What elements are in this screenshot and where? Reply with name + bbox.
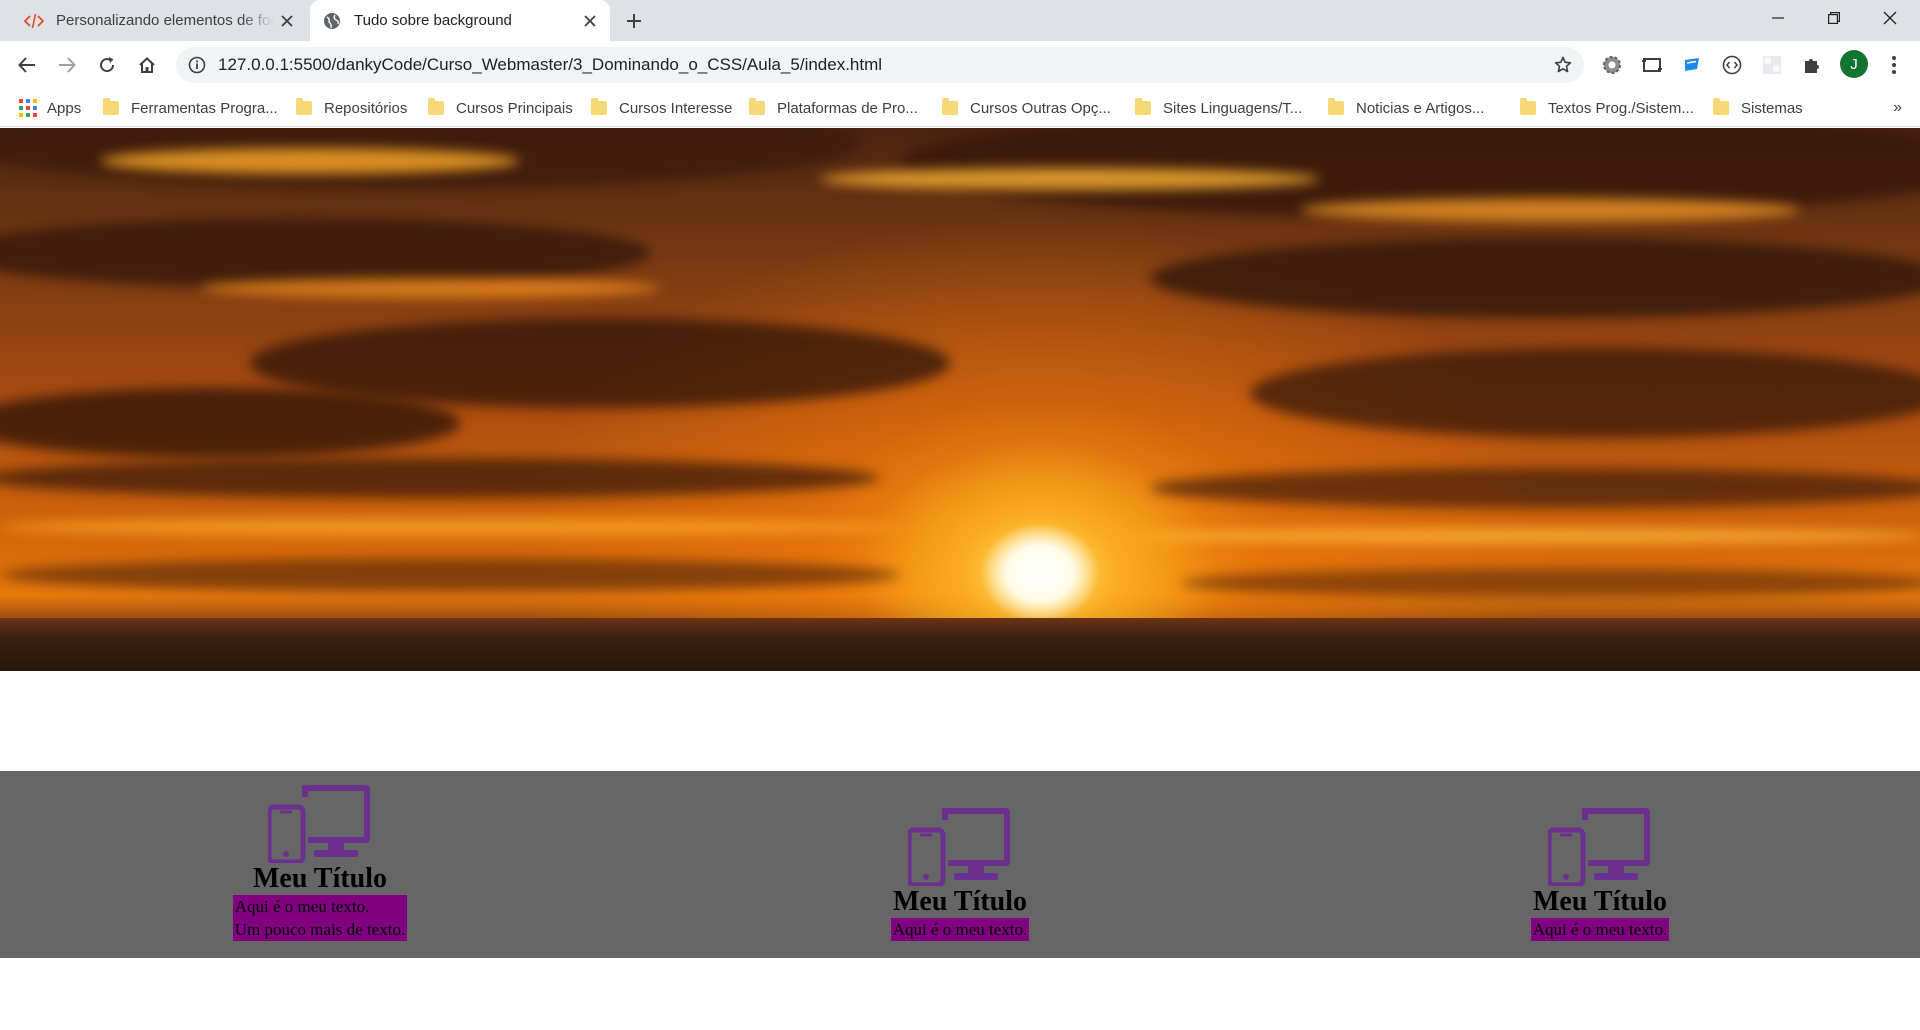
- card-text: Aqui é o meu texto.: [890, 918, 1030, 941]
- extension-blue-icon[interactable]: [1680, 53, 1704, 77]
- arrow-left-icon: [18, 57, 35, 73]
- bookmark-label: Cursos Interesse: [619, 99, 733, 117]
- address-bar[interactable]: 127.0.0.1:5500/dankyCode/Curso_Webmaster…: [176, 47, 1584, 83]
- tab-title: Tudo sobre background: [354, 12, 512, 29]
- bookmark-label: Sistemas: [1741, 99, 1803, 117]
- page-viewport: Meu Título Aqui é o meu texto. Um pouco …: [0, 128, 1920, 1030]
- minimize-icon: [1772, 17, 1784, 19]
- folder-icon: [428, 98, 444, 115]
- bookmark-star-icon[interactable]: [1554, 56, 1572, 74]
- close-window-button[interactable]: [1862, 0, 1918, 36]
- bookmark-label: Sites Linguagens/T...: [1163, 99, 1303, 117]
- bookmark-label: Plataformas de Pro...: [777, 99, 918, 117]
- card-title: Meu Título: [1532, 886, 1668, 917]
- feature-card: Meu Título Aqui é o meu texto.: [860, 771, 1060, 941]
- card-text: Aqui é o meu texto. Um pouco mais de tex…: [232, 895, 408, 941]
- folder-icon: [749, 98, 765, 115]
- restore-button[interactable]: [1806, 0, 1862, 36]
- bookmark-apps[interactable]: Apps: [19, 90, 81, 126]
- restore-icon: [1828, 12, 1840, 24]
- features-section: Meu Título Aqui é o meu texto. Um pouco …: [0, 771, 1920, 958]
- reload-button[interactable]: [93, 51, 121, 79]
- bookmark-label: Textos Prog./Sistem...: [1548, 99, 1694, 117]
- reload-icon: [100, 57, 115, 73]
- card-title: Meu Título: [252, 863, 388, 894]
- avatar[interactable]: J: [1840, 50, 1868, 78]
- card-text-line: Aqui é o meu texto.: [892, 920, 1028, 939]
- extension-gear-icon[interactable]: [1600, 53, 1624, 77]
- bookmark-label: Noticias e Artigos...: [1356, 99, 1485, 117]
- arrow-right-icon: [59, 57, 76, 73]
- hero-background-image: [0, 128, 1920, 671]
- kebab-menu-icon[interactable]: [1882, 53, 1906, 77]
- puzzle-icon[interactable]: [1800, 53, 1824, 77]
- bookmark-folder[interactable]: Plataformas de Pro...: [749, 90, 918, 126]
- extension-code-icon[interactable]: [1720, 53, 1744, 77]
- folder-icon: [591, 98, 607, 115]
- bookmark-label: Repositórios: [324, 99, 408, 117]
- card-text-line: Aqui é o meu texto.: [234, 897, 370, 916]
- card-text-line: Um pouco mais de texto.: [234, 920, 406, 939]
- code-icon: [24, 11, 44, 31]
- devices-icon: [1548, 808, 1650, 886]
- browser-toolbar: 127.0.0.1:5500/dankyCode/Curso_Webmaster…: [0, 41, 1920, 90]
- close-tab-icon[interactable]: [278, 12, 295, 29]
- close-icon: [1883, 11, 1897, 25]
- bookmarks-overflow-button[interactable]: »: [1893, 90, 1902, 126]
- devices-icon: [268, 785, 370, 863]
- bookmark-folder[interactable]: Cursos Outras Opç...: [942, 90, 1111, 126]
- bookmark-folder[interactable]: Noticias e Artigos...: [1328, 90, 1484, 126]
- tab-title: Personalizando elementos de formulário: [56, 12, 274, 29]
- bookmarks-bar: Apps Ferramentas Progra... Repositórios …: [0, 90, 1920, 127]
- tab-tudo-sobre-background[interactable]: Tudo sobre background: [310, 0, 610, 41]
- bookmark-folder[interactable]: Sites Linguagens/T...: [1135, 90, 1302, 126]
- screen-capture-icon[interactable]: [1640, 53, 1664, 77]
- feature-card: Meu Título Aqui é o meu texto. Um pouco …: [220, 771, 420, 941]
- folder-icon: [1713, 98, 1729, 115]
- home-icon: [139, 57, 155, 73]
- card-title: Meu Título: [892, 886, 1028, 917]
- bookmark-folder[interactable]: Repositórios: [296, 90, 407, 126]
- home-button[interactable]: [133, 51, 161, 79]
- bookmark-folder[interactable]: Cursos Interesse: [591, 90, 732, 126]
- minimize-button[interactable]: [1750, 0, 1806, 36]
- bookmark-label: Cursos Principais: [456, 99, 573, 117]
- feature-card: Meu Título Aqui é o meu texto.: [1500, 771, 1700, 941]
- card-text: Aqui é o meu texto.: [1530, 918, 1670, 941]
- new-tab-button[interactable]: [621, 8, 647, 34]
- apps-grid-icon: [19, 99, 37, 117]
- info-icon[interactable]: [188, 56, 206, 74]
- close-tab-icon[interactable]: [581, 12, 598, 29]
- devices-icon: [908, 808, 1010, 886]
- folder-icon: [296, 98, 312, 115]
- bookmark-folder[interactable]: Ferramentas Progra...: [103, 90, 278, 126]
- bookmark-folder[interactable]: Cursos Principais: [428, 90, 573, 126]
- url-text[interactable]: 127.0.0.1:5500/dankyCode/Curso_Webmaster…: [218, 47, 882, 83]
- globe-icon: [322, 11, 342, 31]
- tab-personalizando[interactable]: Personalizando elementos de formulário: [12, 0, 307, 41]
- bookmark-folder[interactable]: Textos Prog./Sistem...: [1520, 90, 1694, 126]
- folder-icon: [942, 98, 958, 115]
- plus-icon: [627, 14, 641, 28]
- folder-icon: [1328, 98, 1344, 115]
- bookmark-label: Apps: [47, 99, 82, 117]
- folder-icon: [1135, 98, 1151, 115]
- bookmark-label: Ferramentas Progra...: [131, 99, 278, 117]
- forward-button[interactable]: [53, 51, 81, 79]
- card-text-line: Aqui é o meu texto.: [1532, 920, 1668, 939]
- extension-grid-icon[interactable]: [1760, 53, 1784, 77]
- bookmark-label: Cursos Outras Opç...: [970, 99, 1111, 117]
- back-button[interactable]: [13, 51, 41, 79]
- bookmark-folder[interactable]: Sistemas: [1713, 90, 1803, 126]
- tab-strip: Personalizando elementos de formulário T…: [0, 0, 1920, 41]
- folder-icon: [1520, 98, 1536, 115]
- folder-icon: [103, 98, 119, 115]
